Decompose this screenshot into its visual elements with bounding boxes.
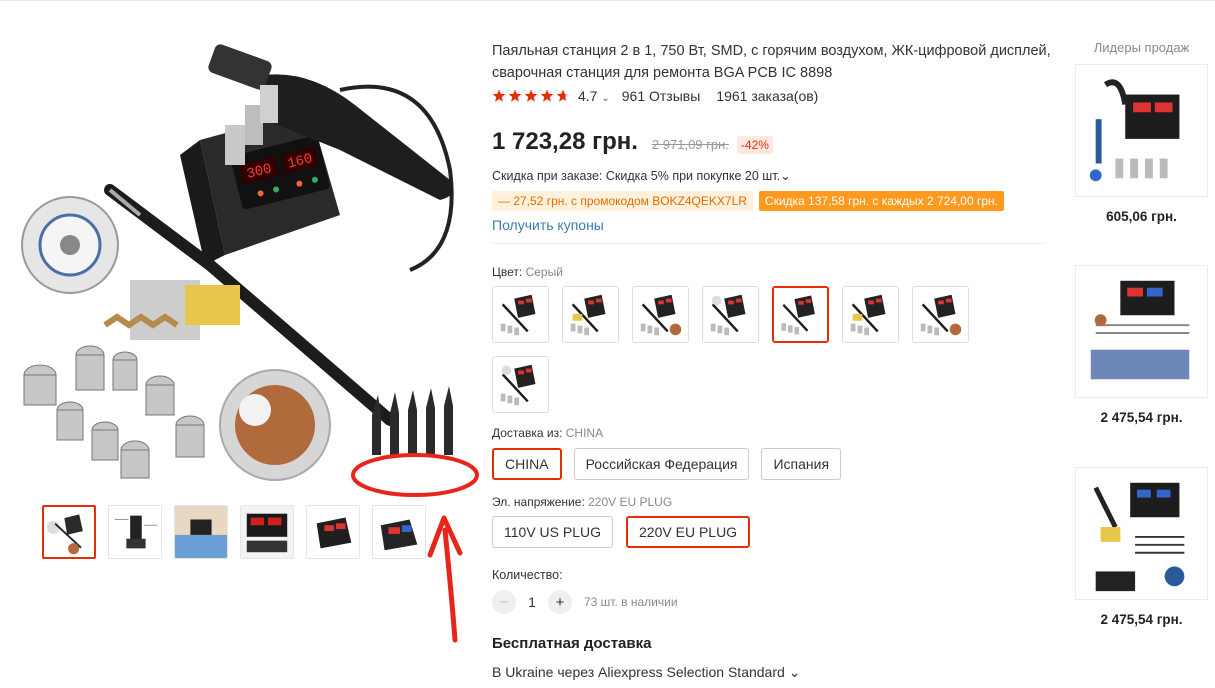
- ship-from-option[interactable]: CHINA: [492, 448, 562, 480]
- voltage-option[interactable]: 220V EU PLUG: [626, 516, 751, 548]
- rating-dropdown[interactable]: 4.7 ⌄: [578, 88, 610, 104]
- color-swatch-2[interactable]: [562, 286, 619, 343]
- chevron-down-icon: ⌄: [788, 664, 801, 680]
- star-icon: [492, 89, 506, 102]
- quantity-increase-button[interactable]: +: [548, 590, 572, 614]
- color-swatch-8[interactable]: [492, 356, 549, 413]
- thumbnail-4[interactable]: [240, 505, 294, 559]
- best-seller-card[interactable]: 2 475,54 грн.: [1075, 265, 1208, 425]
- product-title: Паяльная станция 2 в 1, 750 Вт, SMD, с г…: [492, 43, 1051, 81]
- color-label: Цвет: Серый: [492, 265, 563, 279]
- orders-count: 1961 заказа(ов): [716, 88, 819, 104]
- shipping-method-dropdown[interactable]: В Ukraine через Aliexpress Selection Sta…: [492, 664, 800, 681]
- color-swatch-5[interactable]: [772, 286, 829, 343]
- threshold-discount-badge[interactable]: Скидка 137,58 грн. с каждых 2 724,00 грн…: [758, 191, 1004, 211]
- color-swatch-3[interactable]: [632, 286, 689, 343]
- quantity-value[interactable]: 1: [516, 594, 548, 610]
- color-selected-value: Серый: [525, 265, 563, 279]
- ship-from-option[interactable]: Испания: [761, 448, 842, 480]
- best-seller-card[interactable]: 2 475,54 грн.: [1075, 467, 1208, 627]
- shipping-method-text: В Ukraine через Aliexpress Selection Sta…: [492, 664, 785, 680]
- best-sellers-title: Лидеры продаж: [1093, 40, 1190, 55]
- annotation-arrow-head: [427, 515, 463, 558]
- best-seller-price: 2 475,54 грн.: [1100, 410, 1183, 425]
- best-seller-price: 2 475,54 грн.: [1100, 612, 1183, 627]
- thumbnail-6[interactable]: [372, 505, 426, 559]
- chevron-down-icon: ⌄: [780, 169, 791, 183]
- main-product-image[interactable]: 300 160: [10, 30, 460, 490]
- best-seller-image[interactable]: [1075, 64, 1208, 197]
- voltage-label-text: Эл. напряжение:: [492, 495, 585, 509]
- star-icon: [540, 89, 554, 102]
- color-label-text: Цвет:: [492, 265, 523, 279]
- voltage-selected-value: 220V EU PLUG: [588, 495, 673, 509]
- color-swatch-4[interactable]: [702, 286, 759, 343]
- thumbnail-strip: [42, 505, 426, 559]
- price-row: 1 723,28 грн. 2 971,09 грн. -42%: [492, 128, 773, 156]
- thumbnail-2[interactable]: [108, 505, 162, 559]
- voltage-label: Эл. напряжение: 220V EU PLUG: [492, 495, 672, 509]
- thumbnail-3[interactable]: [174, 505, 228, 559]
- quantity-decrease-button[interactable]: −: [492, 590, 516, 614]
- bulk-discount-dropdown[interactable]: Скидка при заказе: Скидка 5% при покупке…: [492, 168, 791, 183]
- voltage-option[interactable]: 110V US PLUG: [492, 516, 614, 548]
- quantity-stepper: − 1 + 73 шт. в наличии: [492, 590, 678, 614]
- ship-from-label-text: Доставка из:: [492, 426, 563, 440]
- color-swatches: [492, 286, 992, 413]
- ship-from-label: Доставка из: CHINA: [492, 426, 603, 440]
- best-seller-price: 605,06 грн.: [1106, 209, 1177, 224]
- best-seller-image[interactable]: [1075, 265, 1208, 398]
- chevron-down-icon: ⌄: [601, 93, 610, 104]
- best-seller-card[interactable]: 605,06 грн.: [1075, 64, 1208, 224]
- star-icon: [508, 89, 522, 102]
- divider: [492, 243, 1044, 244]
- color-swatch-7[interactable]: [912, 286, 969, 343]
- rating-row: 4.7 ⌄ 961 Отзывы 1961 заказа(ов): [492, 88, 818, 104]
- stock-count: 73 шт. в наличии: [584, 595, 678, 609]
- ship-from-option[interactable]: Российская Федерация: [573, 448, 750, 480]
- rating-stars: [492, 89, 570, 103]
- free-shipping-title: Бесплатная доставка: [492, 635, 652, 652]
- color-swatch-6[interactable]: [842, 286, 899, 343]
- ship-from-selected-value: CHINA: [565, 426, 604, 440]
- best-seller-image[interactable]: [1075, 467, 1208, 600]
- annotation-arrow-shaft: [442, 527, 458, 643]
- old-price: 2 971,09 грн.: [651, 137, 729, 152]
- thumbnail-5[interactable]: [306, 505, 360, 559]
- bulk-discount-text: Скидка при заказе: Скидка 5% при покупке…: [492, 169, 781, 183]
- ship-from-options: CHINA Российская Федерация Испания: [492, 448, 842, 480]
- current-price: 1 723,28 грн.: [492, 128, 638, 155]
- quantity-label: Количество:: [492, 568, 563, 582]
- reviews-link[interactable]: 961 Отзывы: [622, 88, 701, 104]
- thumbnail-1[interactable]: [42, 505, 96, 559]
- color-swatch-1[interactable]: [492, 286, 549, 343]
- star-icon: [524, 89, 538, 102]
- top-divider: [0, 0, 1215, 1]
- half-star-icon: [556, 89, 570, 102]
- promo-code-badge[interactable]: — 27,52 грн. с промокодом BOKZ4QEKX7LR: [492, 191, 753, 211]
- promo-row: — 27,52 грн. с промокодом BOKZ4QEKX7LR С…: [492, 191, 1004, 211]
- rating-value: 4.7: [578, 88, 598, 104]
- get-coupons-link[interactable]: Получить купоны: [492, 217, 604, 233]
- discount-badge: -42%: [736, 136, 773, 154]
- voltage-options: 110V US PLUG 220V EU PLUG: [492, 516, 751, 548]
